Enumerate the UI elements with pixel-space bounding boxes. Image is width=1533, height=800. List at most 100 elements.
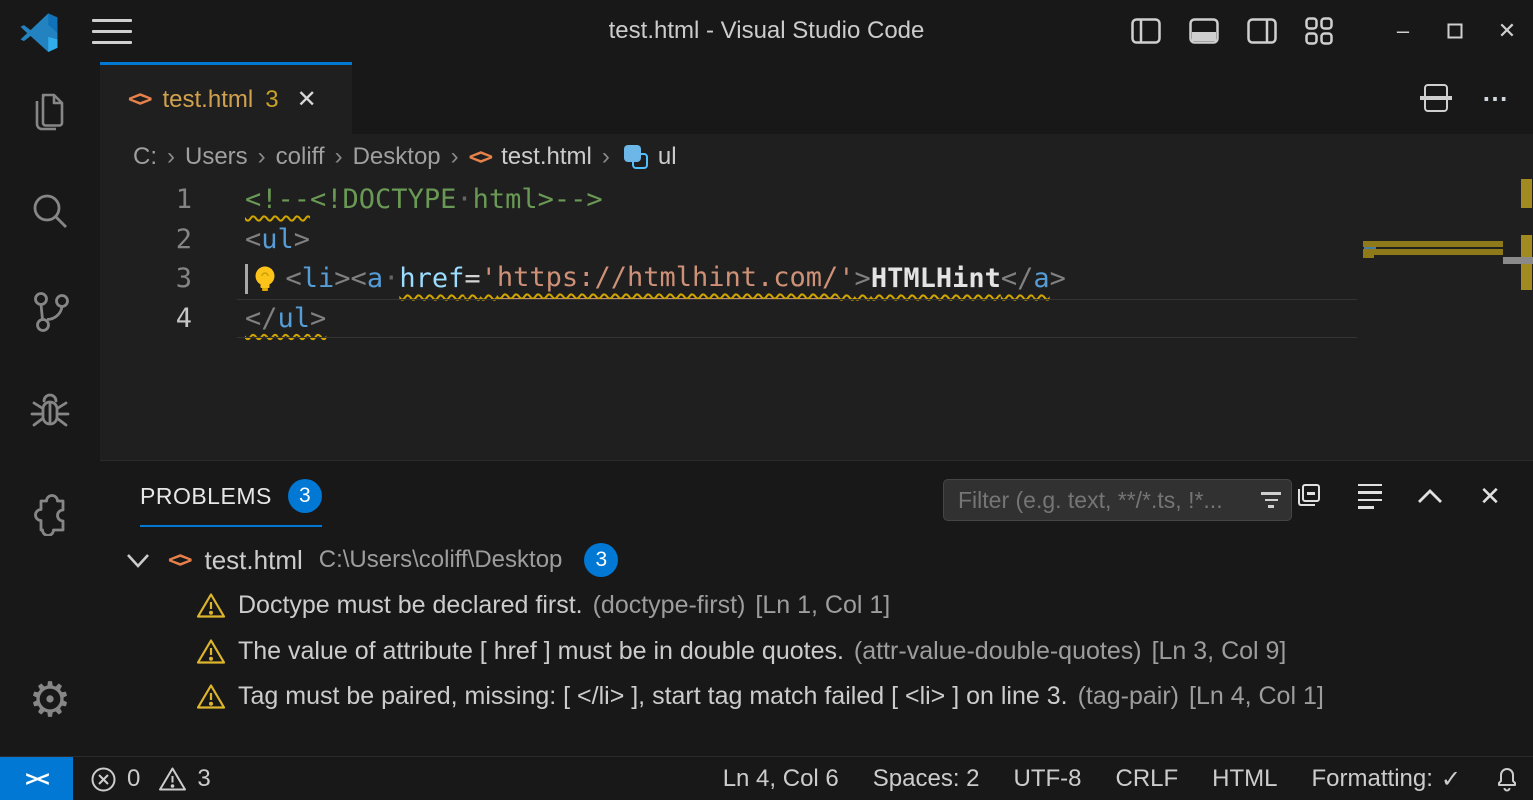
code-token: · — [383, 259, 399, 299]
errors-count: 0 — [127, 765, 140, 793]
remote-icon: >< — [25, 767, 48, 792]
code-token: > — [294, 220, 310, 260]
view-as-table-icon[interactable] — [1355, 481, 1385, 511]
breadcrumb-item[interactable]: Users — [185, 143, 248, 171]
code-token: > — [310, 299, 326, 339]
search-icon[interactable] — [24, 186, 76, 238]
problems-panel: PROBLEMS 3 ✕ <> — [100, 460, 1533, 756]
problem-message: The value of attribute [ href ] must be … — [238, 637, 844, 666]
close-icon[interactable]: ✕ — [1481, 0, 1533, 62]
group-file-name: test.html — [205, 545, 303, 576]
code-token: ul — [261, 220, 294, 260]
maximize-icon[interactable] — [1429, 0, 1481, 62]
code-token: > — [334, 259, 350, 299]
problems-filter-input[interactable] — [958, 487, 1261, 514]
bell-icon[interactable] — [1495, 766, 1519, 792]
problem-message: Doctype must be declared first. — [238, 591, 583, 620]
breadcrumb-symbol[interactable]: ul — [658, 143, 677, 171]
title-bar: test.html - Visual Studio Code – ✕ — [0, 0, 1533, 62]
maximize-panel-icon[interactable] — [1415, 481, 1445, 511]
ruler-cursor-mark — [1503, 257, 1533, 264]
warnings-icon — [158, 766, 187, 792]
language-mode[interactable]: HTML — [1212, 765, 1277, 793]
code-token: > — [855, 259, 871, 299]
tab-close-icon[interactable]: ✕ — [297, 88, 317, 112]
problem-location: [Ln 1, Col 1] — [755, 591, 890, 620]
explorer-icon[interactable] — [24, 86, 76, 138]
activity-bar: ⚙ — [0, 62, 100, 756]
problems-file-group[interactable]: <> test.html C:\Users\coliff\Desktop 3 — [100, 537, 1533, 583]
vscode-window: test.html - Visual Studio Code – ✕ — [0, 0, 1533, 800]
source-control-icon[interactable] — [24, 286, 76, 338]
warning-icon — [196, 683, 226, 710]
code-token: < — [351, 259, 367, 299]
tab-strip: <> test.html 3 ✕ ⋯ — [100, 62, 1533, 134]
layout-customize-icon[interactable] — [1305, 17, 1333, 45]
breadcrumb-separator-icon: › — [451, 143, 459, 171]
line-number[interactable]: 3 — [100, 259, 192, 299]
code-token: href — [399, 259, 464, 299]
problem-row[interactable]: Doctype must be declared first. (doctype-… — [100, 583, 1533, 629]
minimap[interactable] — [1360, 177, 1510, 297]
breadcrumb: C:›Users›coliff›Desktop›<>test.html›ul — [100, 134, 1533, 180]
extensions-icon[interactable] — [24, 486, 76, 538]
layout-sidebar-left-icon[interactable] — [1131, 18, 1161, 44]
breadcrumb-separator-icon: › — [167, 143, 175, 171]
breadcrumb-item[interactable]: C: — [133, 143, 157, 171]
breadcrumb-separator-icon: › — [258, 143, 266, 171]
code-token: </ — [245, 299, 278, 339]
problem-row[interactable]: The value of attribute [ href ] must be … — [100, 629, 1533, 675]
problem-location: [Ln 3, Col 9] — [1152, 637, 1287, 666]
group-file-path: C:\Users\coliff\Desktop — [319, 546, 563, 574]
indentation[interactable]: Spaces: 2 — [873, 765, 980, 793]
close-panel-icon[interactable]: ✕ — [1475, 481, 1505, 511]
debug-icon[interactable] — [24, 386, 76, 438]
cursor-position[interactable]: Ln 4, Col 6 — [723, 765, 839, 793]
code-line[interactable]: 2<ul> — [100, 220, 1533, 260]
html-file-icon: <> — [168, 548, 191, 573]
line-number[interactable]: 2 — [100, 220, 192, 260]
code-token: </ — [1001, 259, 1034, 299]
problem-rule: (doctype-first) — [593, 591, 746, 620]
eol-sequence[interactable]: CRLF — [1116, 765, 1179, 793]
problems-status[interactable]: 0 3 — [90, 757, 211, 800]
editor-area: <> test.html 3 ✕ ⋯ C:›Users›coliff›Deskt… — [100, 62, 1533, 756]
layout-panel-icon[interactable] — [1189, 18, 1219, 44]
collapse-all-icon[interactable] — [1295, 481, 1325, 511]
problems-count-badge: 3 — [288, 479, 322, 513]
code-token: https://htmlhint.com/ — [497, 258, 838, 300]
encoding[interactable]: UTF-8 — [1014, 765, 1082, 793]
problem-rule: (tag-pair) — [1078, 682, 1179, 711]
more-actions-icon[interactable]: ⋯ — [1482, 83, 1511, 114]
breadcrumb-item[interactable]: coliff — [276, 143, 325, 171]
status-bar: >< 0 3 Ln 4, Col 6 Spaces: 2 UTF-8 CRLF … — [0, 756, 1533, 800]
code-line[interactable]: 1<!--<!DOCTYPE·html>--> — [100, 180, 1533, 220]
breadcrumb-file[interactable]: test.html — [501, 143, 592, 171]
code-line[interactable]: 3<li><a·href='https://htmlhint.com/'>HTM… — [100, 259, 1533, 299]
problem-row[interactable]: Tag must be paired, missing: [ </li> ], … — [100, 674, 1533, 720]
problems-tab-label: PROBLEMS — [140, 483, 272, 510]
line-number[interactable]: 1 — [100, 180, 192, 220]
remote-indicator[interactable]: >< — [0, 757, 73, 800]
breadcrumb-item[interactable]: Desktop — [353, 143, 441, 171]
code-token: li — [302, 259, 335, 299]
code-editor[interactable]: 1<!--<!DOCTYPE·html>-->2<ul>3<li><a·href… — [100, 180, 1533, 460]
filter-icon[interactable] — [1261, 492, 1281, 508]
minimize-icon[interactable]: – — [1377, 0, 1429, 62]
lightbulb-icon[interactable] — [252, 264, 282, 294]
problem-location: [Ln 4, Col 1] — [1189, 682, 1324, 711]
code-token: > — [1050, 259, 1066, 299]
breadcrumb-separator-icon: › — [335, 143, 343, 171]
tab-test-html[interactable]: <> test.html 3 ✕ — [100, 62, 352, 134]
layout-sidebar-right-icon[interactable] — [1247, 18, 1277, 44]
tab-label: test.html — [163, 86, 254, 114]
line-number[interactable]: 4 — [100, 299, 192, 339]
code-token: html>--> — [473, 180, 603, 220]
errors-icon — [90, 766, 117, 793]
problems-filter-box — [943, 479, 1292, 521]
tab-problems[interactable]: PROBLEMS 3 — [140, 479, 322, 527]
split-editor-icon[interactable] — [1424, 84, 1448, 112]
code-line[interactable]: 4</ul> — [100, 299, 1533, 339]
settings-gear-icon[interactable]: ⚙ — [24, 674, 76, 726]
formatting-status[interactable]: Formatting: ✓ — [1312, 765, 1461, 794]
